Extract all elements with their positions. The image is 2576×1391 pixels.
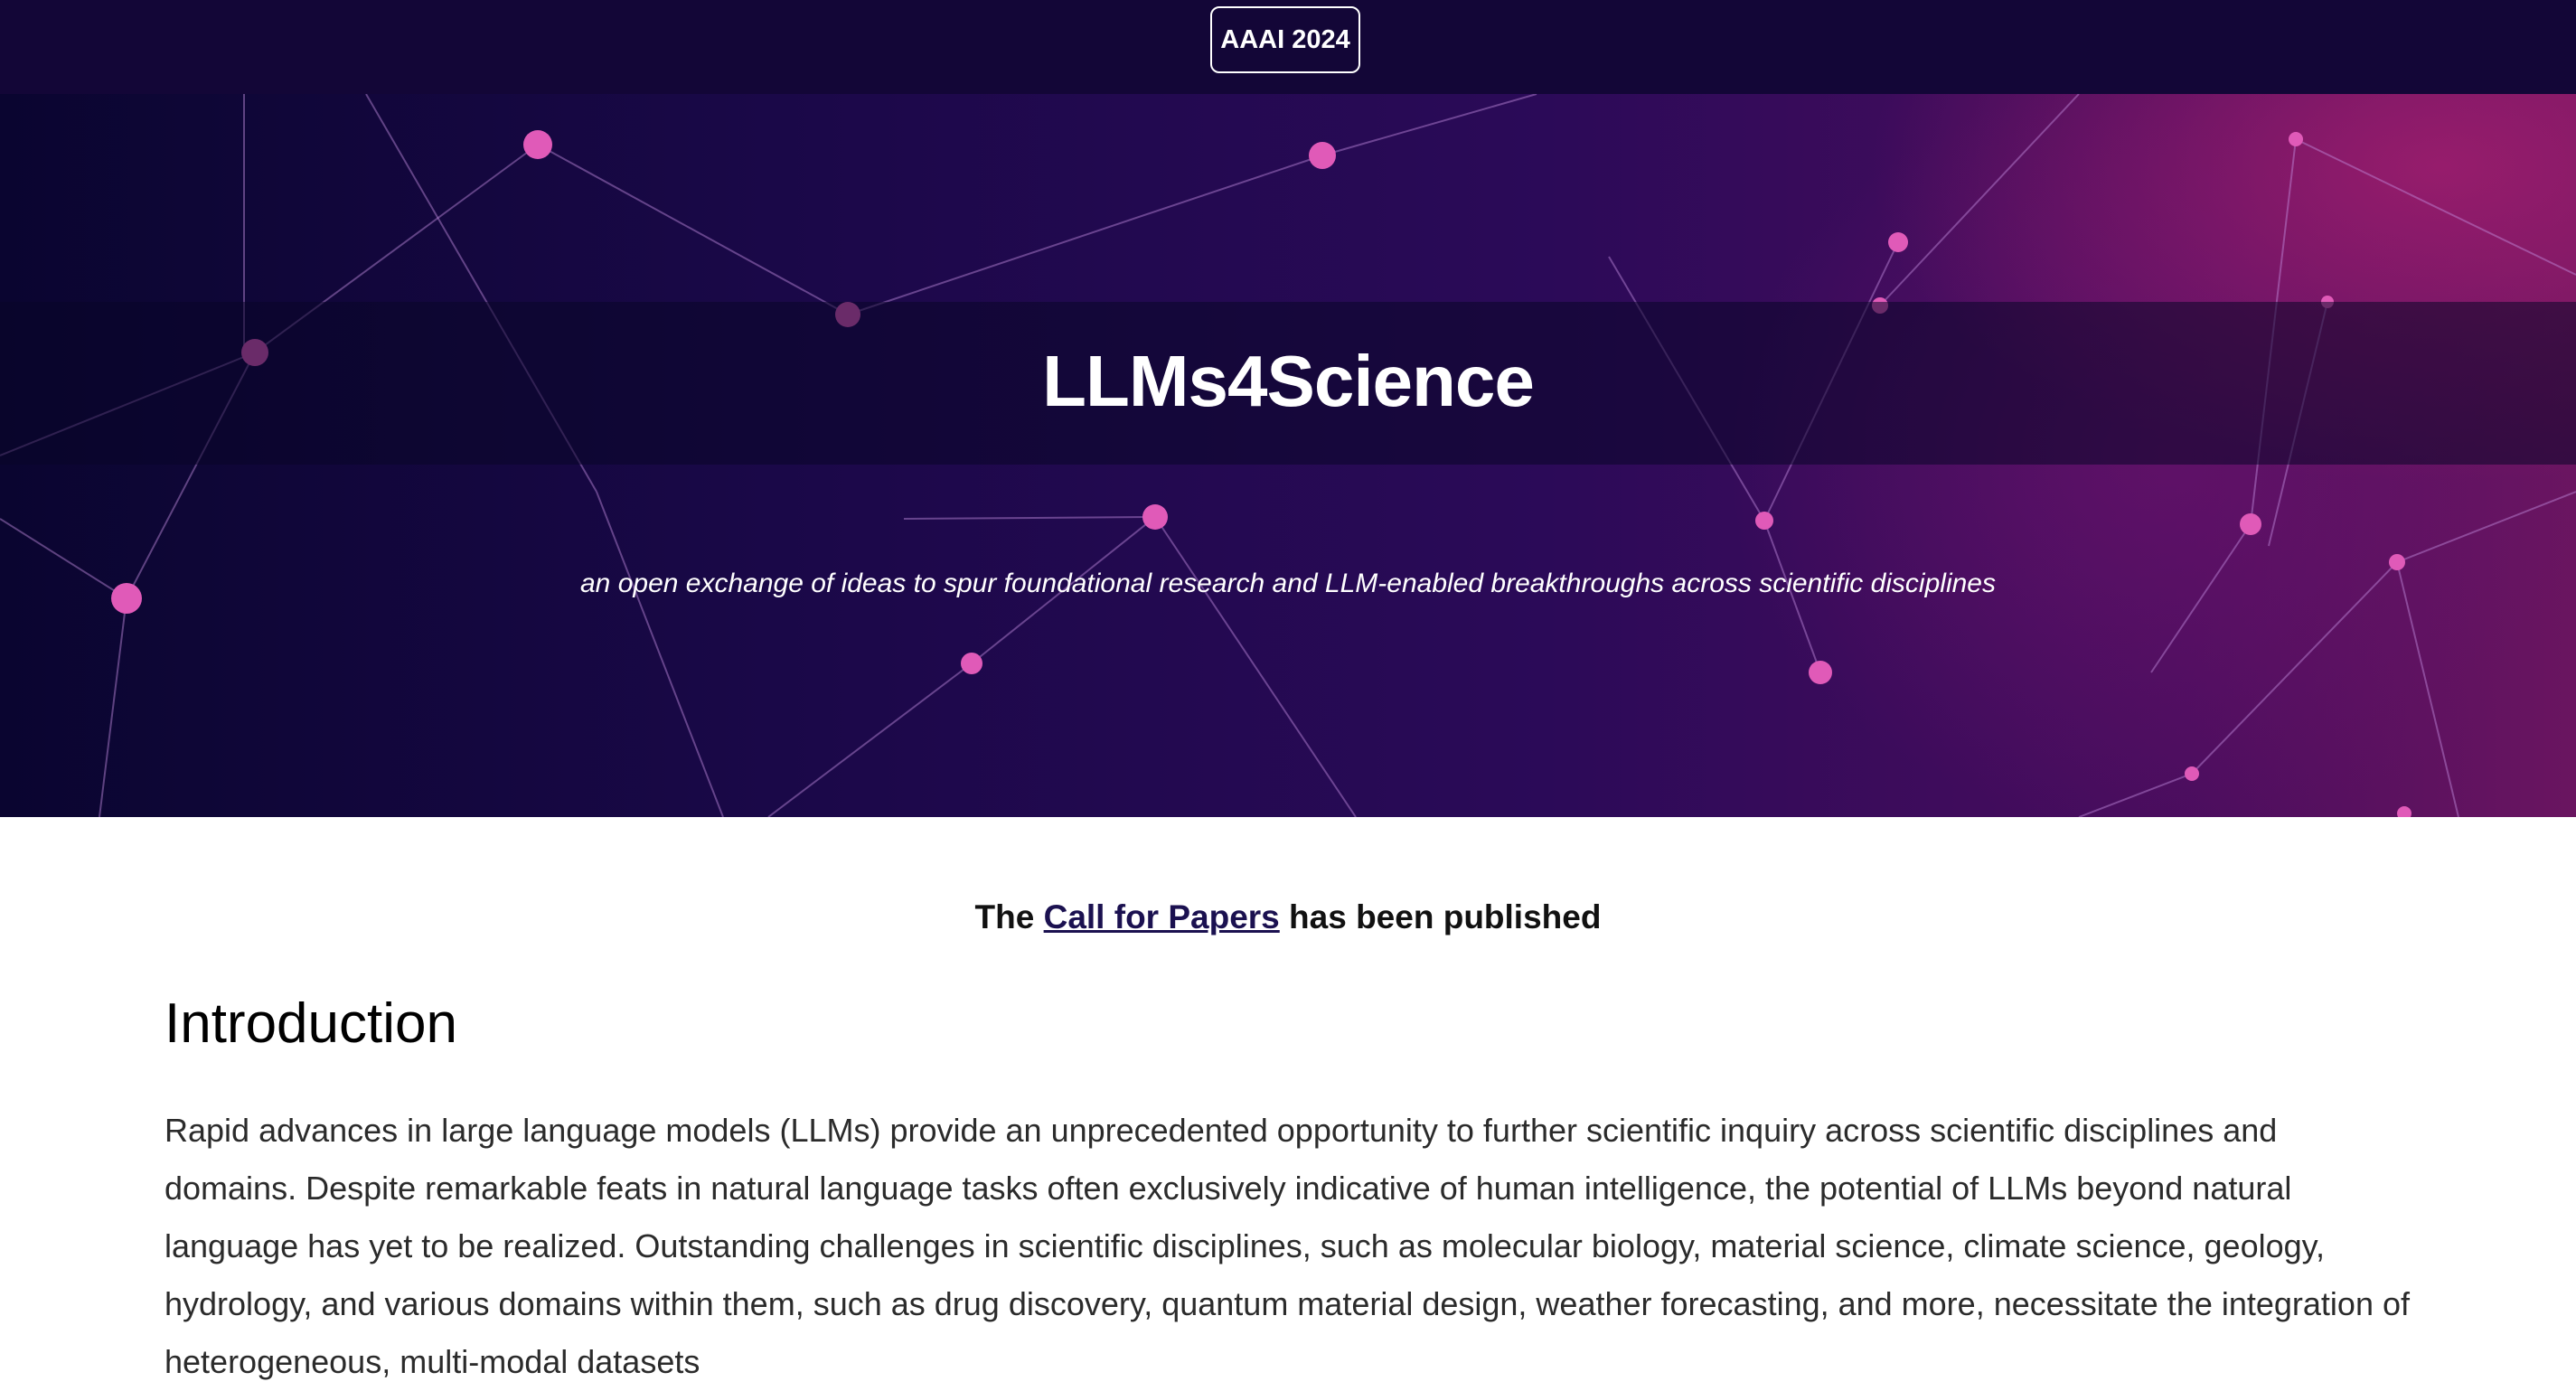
announcement-prefix: The bbox=[974, 898, 1044, 935]
page-title: LLMs4Science bbox=[1042, 341, 1535, 421]
introduction-paragraph: Rapid advances in large language models … bbox=[165, 1112, 2410, 1380]
page-subtitle: an open exchange of ideas to spur founda… bbox=[580, 569, 1996, 598]
call-for-papers-announcement: The Call for Papers has been published bbox=[0, 895, 2576, 940]
introduction-heading: Introduction bbox=[165, 992, 457, 1055]
top-navbar: AAAI 2024 bbox=[0, 0, 2576, 94]
hero-banner: LLMs4Science an open exchange of ideas t… bbox=[0, 94, 2576, 817]
announcement-suffix: has been published bbox=[1279, 898, 1602, 935]
conference-button[interactable]: AAAI 2024 bbox=[1210, 6, 1360, 73]
call-for-papers-link[interactable]: Call for Papers bbox=[1044, 898, 1280, 935]
